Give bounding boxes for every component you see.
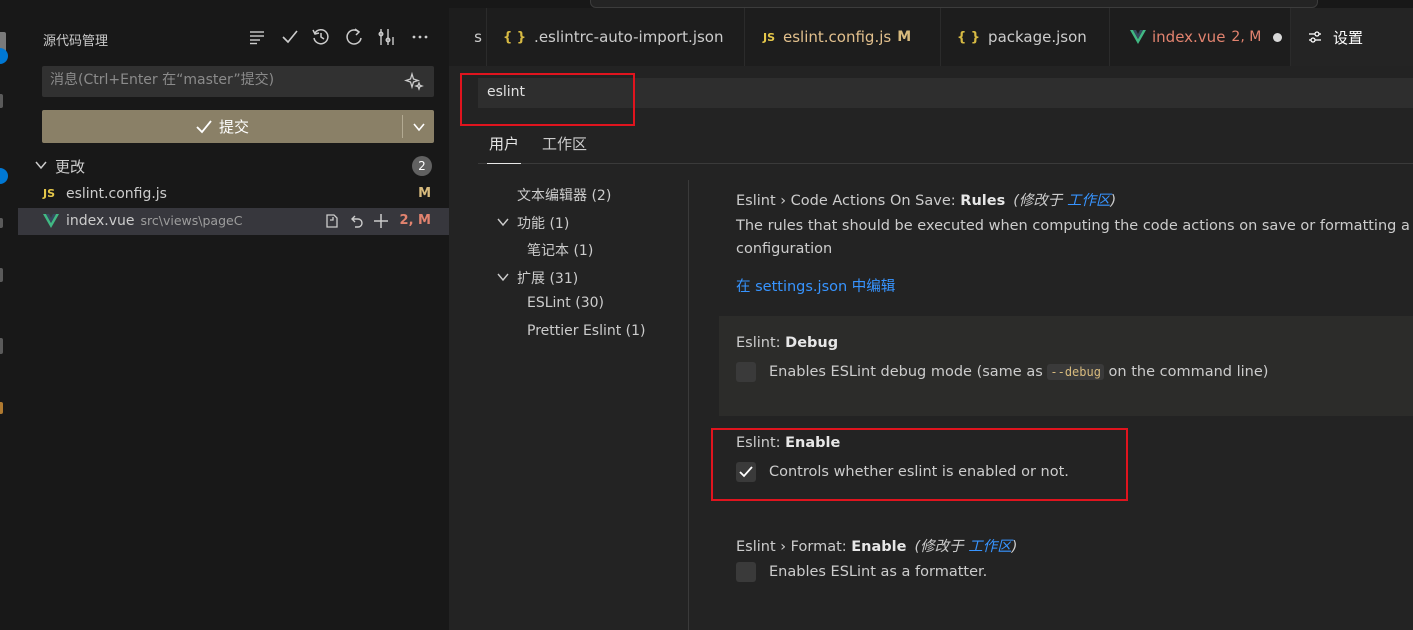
file-name: eslint.config.js xyxy=(66,186,167,202)
setting-description: The rules that should be executed when c… xyxy=(736,218,1413,234)
tab-workspace[interactable]: 工作区 xyxy=(542,133,587,154)
toc-item[interactable]: 扩展 (31) xyxy=(517,268,578,288)
toc-item[interactable]: ESLint (30) xyxy=(527,295,604,311)
changes-label: 更改 xyxy=(55,158,86,176)
debug-checkbox[interactable] xyxy=(736,362,756,382)
highlight-box-search xyxy=(460,73,635,126)
tab-status: 2, M xyxy=(1231,29,1262,45)
panel-title: 源代码管理 xyxy=(43,34,109,49)
tab-user[interactable]: 用户 xyxy=(486,133,522,164)
setting-title: Eslint: Debug xyxy=(736,335,839,351)
branch-graph-icon[interactable] xyxy=(375,26,397,48)
chevron-down-icon[interactable] xyxy=(497,271,509,283)
commit-check-icon[interactable] xyxy=(279,26,301,48)
tab-label: s xyxy=(474,28,482,46)
settings-scope-tabs: 用户 工作区 xyxy=(478,125,1413,164)
file-path: src\views\pageC xyxy=(140,213,243,228)
chevron-down-icon xyxy=(412,122,425,131)
tab-cutoff[interactable]: s xyxy=(449,8,487,66)
activity-icon-fragment[interactable] xyxy=(0,268,3,282)
modified-in-workspace-link[interactable]: 工作区 xyxy=(968,539,1012,555)
activity-bar xyxy=(0,0,18,630)
setting-description: configuration xyxy=(736,241,833,257)
tab-label: .eslintrc-auto-import.json xyxy=(534,28,724,46)
commit-label: 提交 xyxy=(218,118,249,136)
setting-title: Eslint › Code Actions On Save: Rules (修改于… xyxy=(736,193,1117,209)
settings-icon xyxy=(1307,29,1323,45)
toc-item[interactable]: 笔记本 (1) xyxy=(527,240,593,260)
stage-changes-icon[interactable] xyxy=(372,212,390,230)
setting-description: Enables ESLint as a formatter. xyxy=(769,564,988,580)
tab-label: 设置 xyxy=(1333,28,1364,47)
edit-in-settings-json-link[interactable]: 在 settings.json 中编辑 xyxy=(736,275,895,296)
changes-count-badge: 2 xyxy=(412,156,432,176)
js-icon: JS xyxy=(43,187,56,200)
tab-eslint-config[interactable]: JS eslint.config.js M xyxy=(745,8,941,66)
command-center[interactable] xyxy=(590,0,1318,8)
vue-icon xyxy=(43,214,59,228)
setting-code-actions-rules: Eslint › Code Actions On Save: Rules (修改于… xyxy=(719,180,1413,304)
commit-button-group: 提交 xyxy=(42,110,434,143)
tab-settings[interactable]: 设置 xyxy=(1291,8,1413,66)
tab-status: M xyxy=(897,29,912,45)
settings-editor: s { } .eslintrc-auto-import.json JS esli… xyxy=(449,8,1413,630)
js-icon: JS xyxy=(763,30,776,44)
setting-title: Eslint › Format: Enable (修改于 工作区) xyxy=(736,539,1018,555)
setting-description: Enables ESLint debug mode (same as --deb… xyxy=(769,364,1269,380)
setting-format-enable: Eslint › Format: Enable (修改于 工作区) Enables… xyxy=(719,528,1413,618)
check-icon xyxy=(195,118,213,136)
history-icon[interactable] xyxy=(310,26,332,48)
file-status: 2, M xyxy=(399,213,431,228)
commit-button[interactable]: 提交 xyxy=(42,110,402,143)
format-enable-checkbox[interactable] xyxy=(736,562,756,582)
title-bar xyxy=(0,0,1413,8)
toc-divider xyxy=(688,180,689,630)
tab-label: index.vue xyxy=(1152,28,1226,46)
tab-package-json[interactable]: { } package.json xyxy=(941,8,1110,66)
unsaved-dot-icon[interactable] xyxy=(1273,32,1283,42)
open-file-icon[interactable] xyxy=(323,212,341,230)
view-as-tree-icon[interactable] xyxy=(246,26,268,48)
modified-in-workspace-link[interactable]: 工作区 xyxy=(1067,193,1111,209)
file-name: index.vue xyxy=(66,213,135,229)
activity-icon-fragment[interactable] xyxy=(0,94,3,108)
more-actions-icon[interactable] xyxy=(409,26,431,48)
activity-badge xyxy=(0,168,8,184)
tab-eslintrc-auto-import[interactable]: { } .eslintrc-auto-import.json xyxy=(487,8,745,66)
toc-item[interactable]: Prettier Eslint (1) xyxy=(527,323,646,339)
highlight-box-enable xyxy=(711,428,1128,501)
changed-file-row[interactable]: index.vue src\views\pageC 2, M xyxy=(18,208,449,235)
activity-icon-fragment[interactable] xyxy=(0,218,3,228)
file-status: M xyxy=(418,186,431,201)
activity-icon-fragment[interactable] xyxy=(0,402,3,414)
editor-tabs: s { } .eslintrc-auto-import.json JS esli… xyxy=(449,8,1413,66)
activity-icon-fragment[interactable] xyxy=(0,338,3,354)
generate-message-sparkle-icon[interactable] xyxy=(404,71,424,91)
activity-badge xyxy=(0,48,8,64)
json-icon: { } xyxy=(957,29,981,45)
toc-item[interactable]: 功能 (1) xyxy=(517,213,569,233)
tab-label: eslint.config.js xyxy=(783,28,892,46)
changes-group-header[interactable]: 更改 2 xyxy=(18,152,449,180)
chevron-down-icon[interactable] xyxy=(497,216,509,228)
setting-debug: Eslint: Debug Enables ESLint debug mode … xyxy=(719,316,1413,416)
tab-label: package.json xyxy=(988,28,1087,46)
commit-message-box xyxy=(42,66,434,97)
json-icon: { } xyxy=(503,29,527,45)
refresh-icon[interactable] xyxy=(343,26,365,48)
chevron-down-icon xyxy=(34,158,48,172)
commit-message-input[interactable] xyxy=(50,72,390,88)
tab-index-vue[interactable]: index.vue 2, M xyxy=(1110,8,1291,66)
commit-dropdown-button[interactable] xyxy=(403,110,434,143)
changed-file-row[interactable]: JS eslint.config.js M xyxy=(18,181,449,208)
vue-icon xyxy=(1130,30,1146,44)
source-control-panel: 源代码管理 提交 更改 xyxy=(18,8,449,630)
toc-item[interactable]: 文本编辑器 (2) xyxy=(517,185,611,205)
discard-changes-icon[interactable] xyxy=(347,212,365,230)
